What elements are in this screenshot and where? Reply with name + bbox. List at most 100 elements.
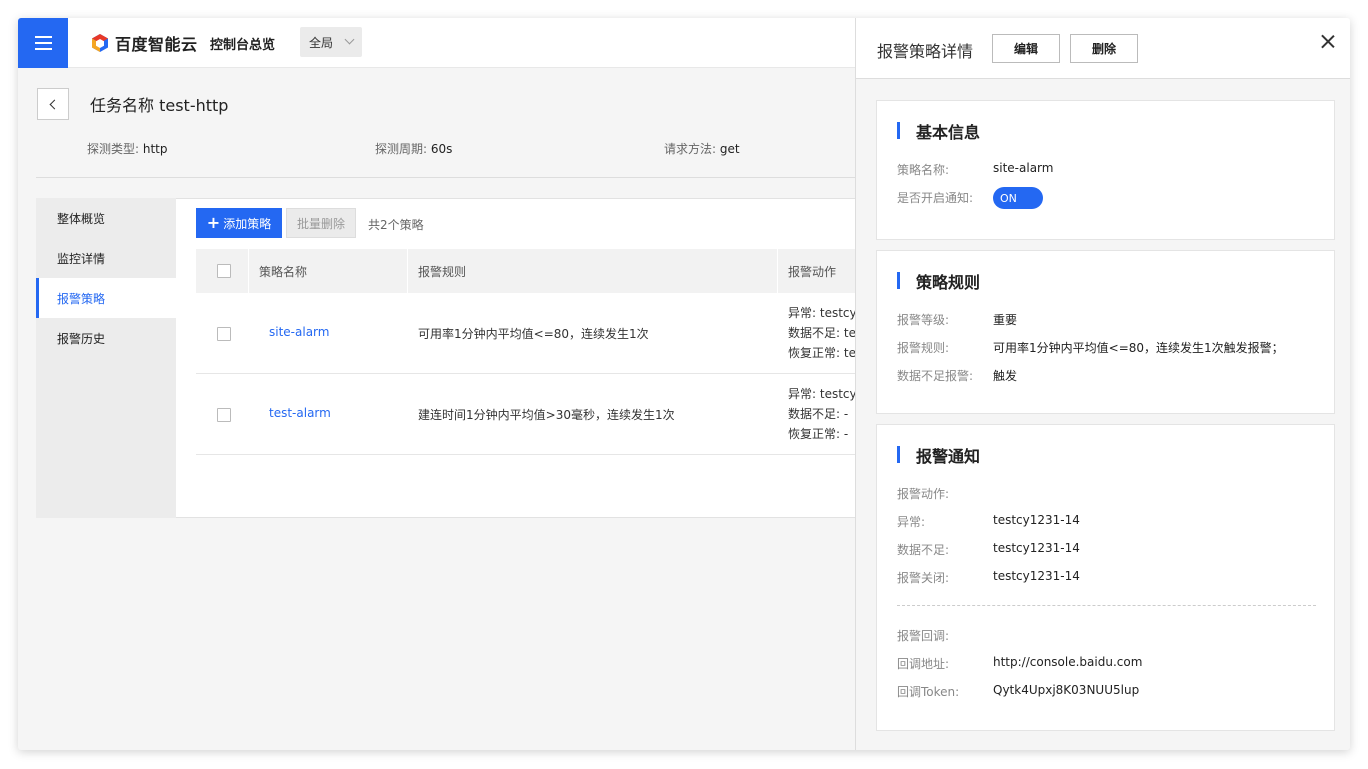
hamburger-menu-button[interactable] — [18, 18, 68, 68]
action-line: 数据不足: te — [788, 326, 856, 340]
sidebar-item-alarm-policy[interactable]: 报警策略 — [36, 278, 176, 318]
probe-period-meta: 探测周期: 60s — [375, 140, 452, 157]
plus-icon: + — [206, 213, 221, 232]
section-title: 报警通知 — [897, 445, 981, 466]
region-value: 全局 — [309, 35, 334, 50]
alarm-close-label: 报警关闭: — [897, 571, 950, 585]
policy-rule: 可用率1分钟内平均值<=80，连续发生1次 — [418, 327, 649, 341]
policy-rules-card: 策略规则 报警等级: 重要 报警规则: 可用率1分钟内平均值<=80，连续发生1… — [876, 250, 1335, 414]
action-line: 恢复正常: te — [788, 346, 856, 360]
delete-button[interactable]: 删除 — [1070, 34, 1138, 63]
section-title-text: 基本信息 — [916, 122, 981, 142]
meta-label: 探测类型: — [87, 142, 140, 156]
policy-name-link[interactable]: test-alarm — [269, 406, 331, 420]
column-divider — [777, 249, 778, 293]
action-line: 恢复正常: - — [788, 427, 849, 441]
insufficient-value: testcy1231-14 — [993, 541, 1080, 555]
column-header-name: 策略名称 — [259, 265, 308, 279]
console-overview-link[interactable]: 控制台总览 — [210, 34, 275, 53]
baidu-cloud-logo-icon — [92, 34, 108, 52]
policy-detail-drawer: 报警策略详情 编辑 删除 基本信息 策略名称: site-alarm 是否开启通… — [855, 18, 1350, 750]
column-divider — [248, 249, 249, 293]
alarm-close-value: testcy1231-14 — [993, 569, 1080, 583]
row-checkbox[interactable] — [217, 327, 231, 341]
column-divider — [407, 249, 408, 293]
policy-rule: 建连时间1分钟内平均值>30毫秒，连续发生1次 — [418, 408, 675, 422]
section-title-text: 报警通知 — [916, 446, 981, 466]
section-title: 基本信息 — [897, 121, 981, 142]
callback-token-label: 回调Token: — [897, 685, 960, 699]
add-policy-label: 添加策略 — [223, 216, 272, 231]
row-checkbox[interactable] — [217, 408, 231, 422]
section-accent-bar — [897, 122, 900, 139]
section-title-text: 策略规则 — [916, 272, 981, 292]
table-header: 策略名称 报警规则 报警动作 — [196, 249, 856, 293]
sidebar-item-monitor-details[interactable]: 监控详情 — [36, 238, 176, 278]
callback-token-value: Qytk4Upxj8K03NUU5lup — [993, 683, 1140, 697]
region-select[interactable]: 全局 — [300, 27, 362, 57]
meta-label: 探测周期: — [375, 142, 428, 156]
drawer-title: 报警策略详情 — [877, 42, 974, 61]
section-accent-bar — [897, 446, 900, 463]
meta-value: 60s — [430, 142, 453, 156]
dashed-divider — [897, 605, 1316, 606]
page-title: 任务名称 test-http — [90, 96, 229, 115]
menu-line-icon — [34, 42, 52, 44]
insufficient-data-label: 数据不足报警: — [897, 369, 974, 383]
section-accent-bar — [897, 272, 900, 289]
drawer-header: 报警策略详情 编辑 删除 — [856, 18, 1350, 79]
menu-line-icon — [34, 48, 52, 50]
alarm-level-value: 重要 — [993, 313, 1018, 327]
alarm-rule-label: 报警规则: — [897, 341, 950, 355]
alarm-rule-value: 可用率1分钟内平均值<=80，连续发生1次触发报警； — [993, 341, 1284, 355]
select-all-checkbox[interactable] — [217, 264, 231, 278]
sidebar-item-overview[interactable]: 整体概览 — [36, 198, 176, 238]
batch-delete-button[interactable]: 批量删除 — [286, 208, 356, 238]
policy-name-label: 策略名称: — [897, 163, 950, 177]
sidebar-item-alarm-history[interactable]: 报警历史 — [36, 318, 176, 358]
close-icon[interactable] — [1320, 34, 1336, 50]
meta-label: 请求方法: — [664, 142, 717, 156]
basic-info-card: 基本信息 策略名称: site-alarm 是否开启通知: ON — [876, 100, 1335, 240]
callback-url-label: 回调地址: — [897, 657, 950, 671]
console-window: 百度智能云 控制台总览 全局 任务名称 test-http 探测类型: http… — [18, 18, 1350, 750]
table-row: test-alarm 建连时间1分钟内平均值>30毫秒，连续发生1次 异常: t… — [196, 374, 858, 455]
meta-value: http — [142, 142, 168, 156]
table-row: site-alarm 可用率1分钟内平均值<=80，连续发生1次 异常: tes… — [196, 293, 858, 374]
policy-actions: 异常: testcy 数据不足: - 恢复正常: - — [788, 384, 858, 444]
brand-name: 百度智能云 — [115, 35, 198, 54]
chevron-down-icon — [344, 34, 355, 45]
section-title: 策略规则 — [897, 271, 981, 292]
back-button[interactable] — [37, 88, 69, 120]
alarm-level-label: 报警等级: — [897, 313, 950, 327]
request-method-meta: 请求方法: get — [664, 140, 740, 157]
notify-enabled-label: 是否开启通知: — [897, 191, 974, 205]
edit-button[interactable]: 编辑 — [992, 34, 1060, 63]
policy-count: 共2个策略 — [368, 218, 424, 232]
abnormal-label: 异常: — [897, 515, 926, 529]
insufficient-label: 数据不足: — [897, 543, 950, 557]
notify-toggle[interactable]: ON — [993, 187, 1043, 209]
menu-line-icon — [34, 36, 52, 38]
meta-value: get — [719, 142, 740, 156]
policy-name-link[interactable]: site-alarm — [269, 325, 329, 339]
sidebar: 整体概览 监控详情 报警策略 报警历史 — [36, 198, 176, 518]
alarm-action-label: 报警动作: — [897, 487, 950, 501]
callback-url-value: http://console.baidu.com — [993, 655, 1143, 669]
column-header-rule: 报警规则 — [418, 265, 467, 279]
alarm-notify-card: 报警通知 报警动作: 异常: testcy1231-14 数据不足: testc… — [876, 424, 1335, 731]
chevron-left-icon — [49, 99, 60, 109]
action-line: 异常: testcy — [788, 387, 857, 401]
probe-type-meta: 探测类型: http — [87, 140, 168, 157]
column-header-actions: 报警动作 — [788, 265, 837, 279]
policy-name-value: site-alarm — [993, 161, 1054, 175]
policy-actions: 异常: testcy 数据不足: te 恢复正常: te — [788, 303, 858, 363]
add-policy-button[interactable]: + 添加策略 — [196, 208, 282, 238]
insufficient-data-value: 触发 — [993, 369, 1018, 383]
action-line: 异常: testcy — [788, 306, 857, 320]
callback-label: 报警回调: — [897, 629, 950, 643]
abnormal-value: testcy1231-14 — [993, 513, 1080, 527]
action-line: 数据不足: - — [788, 407, 849, 421]
brand-logo[interactable]: 百度智能云 — [90, 31, 198, 55]
toggle-state-text: ON — [1000, 191, 1017, 205]
